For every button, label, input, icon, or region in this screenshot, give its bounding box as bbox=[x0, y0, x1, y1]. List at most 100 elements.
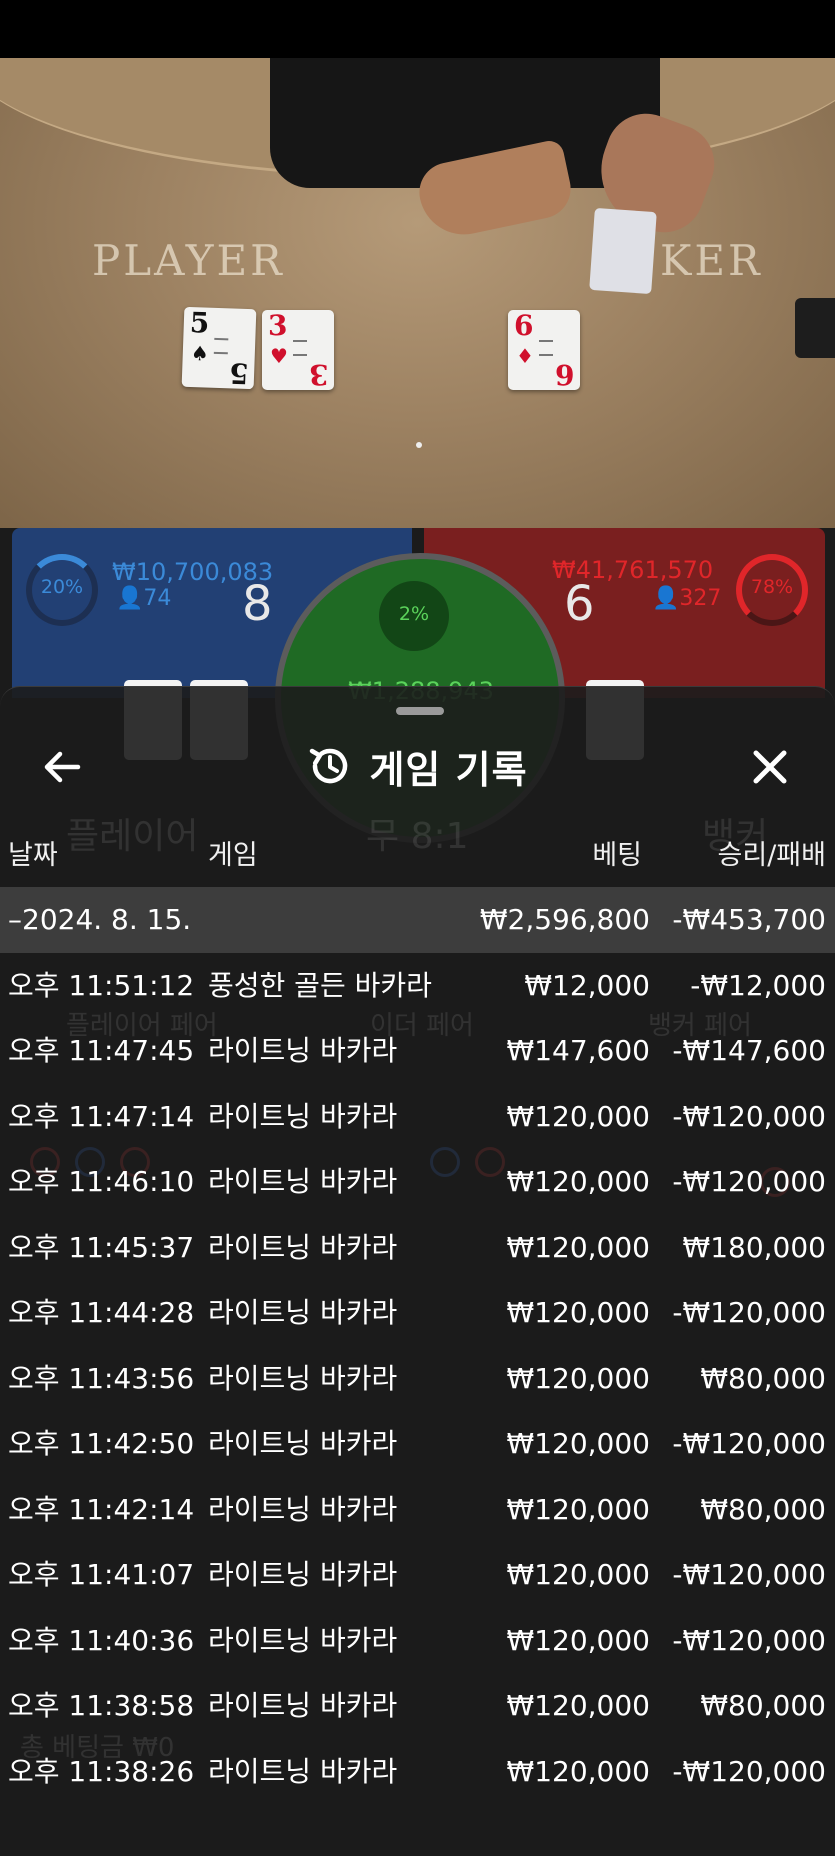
summary-bet: ₩2,596,800 bbox=[479, 903, 650, 936]
row-bet: ₩120,000 bbox=[506, 1492, 650, 1526]
column-game[interactable]: 게임 bbox=[208, 833, 258, 872]
table-row[interactable]: 오후 11:45:37 라이트닝 바카라 ₩120,000 ₩180,000 bbox=[0, 1215, 835, 1281]
row-result: ₩80,000 bbox=[700, 1689, 826, 1722]
player-score: 8 bbox=[242, 576, 273, 632]
row-game: 라이트닝 바카라 bbox=[208, 1230, 398, 1264]
row-bet: ₩147,600 bbox=[506, 1034, 650, 1067]
row-bet: ₩120,000 bbox=[506, 1754, 650, 1788]
table-row[interactable]: 오후 11:38:58 라이트닝 바카라 ₩120,000 ₩80,000 bbox=[0, 1673, 835, 1739]
row-game: 풍성한 골든 바카라 bbox=[208, 968, 432, 1002]
row-result: -₩120,000 bbox=[672, 1623, 826, 1657]
live-video: PLAYER KER 5 ♠ 5 3 ♥ 3 6 ♦ 6 bbox=[0, 58, 835, 528]
close-button[interactable] bbox=[744, 741, 796, 793]
row-time: 오후 11:45:37 bbox=[8, 1230, 195, 1264]
banker-card-1: 6 ♦ 6 bbox=[508, 310, 580, 391]
game-history-sheet: 플레이어 무 8:1 뱅커 플레이어 페어 이더 페어 뱅커 페어 총 베팅금 … bbox=[0, 686, 835, 1856]
held-card bbox=[589, 207, 657, 295]
sheet-title-text: 게임 기록 bbox=[369, 747, 528, 792]
row-time: 오후 11:42:14 bbox=[8, 1492, 195, 1526]
row-game: 라이트닝 바카라 bbox=[208, 1034, 398, 1067]
camera-dot bbox=[416, 442, 422, 448]
row-bet: ₩120,000 bbox=[506, 1230, 650, 1264]
row-game: 라이트닝 바카라 bbox=[208, 1689, 398, 1722]
row-result: -₩120,000 bbox=[672, 1427, 826, 1460]
row-time: 오후 11:38:26 bbox=[8, 1754, 195, 1788]
row-game: 라이트닝 바카라 bbox=[208, 1623, 398, 1657]
history-icon bbox=[310, 748, 348, 784]
row-result: ₩180,000 bbox=[682, 1230, 826, 1264]
row-result: -₩120,000 bbox=[672, 1165, 826, 1198]
row-time: 오후 11:40:36 bbox=[8, 1623, 195, 1657]
column-date[interactable]: 날짜 bbox=[8, 833, 58, 872]
row-time: 오후 11:46:10 bbox=[8, 1165, 195, 1198]
row-game: 라이트닝 바카라 bbox=[208, 1558, 398, 1591]
table-row[interactable]: 오후 11:38:26 라이트닝 바카라 ₩120,000 -₩120,000 bbox=[0, 1739, 835, 1805]
summary-result: -₩453,700 bbox=[672, 903, 826, 936]
row-time: 오후 11:38:58 bbox=[8, 1689, 195, 1722]
player-table-label: PLAYER bbox=[92, 236, 285, 285]
table-row[interactable]: 오후 11:44:28 라이트닝 바카라 ₩120,000 -₩120,000 bbox=[0, 1280, 835, 1346]
table-row[interactable]: 오후 11:46:10 라이트닝 바카라 ₩120,000 -₩120,000 bbox=[0, 1149, 835, 1215]
row-time: 오후 11:51:12 bbox=[8, 968, 195, 1002]
row-game: 라이트닝 바카라 bbox=[208, 1427, 398, 1460]
row-result: -₩120,000 bbox=[672, 1099, 826, 1133]
table-row[interactable]: 오후 11:51:12 풍성한 골든 바카라 ₩12,000 -₩12,000 bbox=[0, 953, 835, 1019]
player-card-2: 3 ♥ 3 bbox=[262, 310, 334, 391]
table-row[interactable]: 오후 11:40:36 라이트닝 바카라 ₩120,000 -₩120,000 bbox=[0, 1608, 835, 1674]
table-row[interactable]: 오후 11:47:14 라이트닝 바카라 ₩120,000 -₩120,000 bbox=[0, 1084, 835, 1150]
row-game: 라이트닝 바카라 bbox=[208, 1099, 398, 1133]
row-bet: ₩120,000 bbox=[506, 1623, 650, 1657]
table-row[interactable]: 오후 11:41:07 라이트닝 바카라 ₩120,000 -₩120,000 bbox=[0, 1542, 835, 1608]
row-result: -₩120,000 bbox=[672, 1558, 826, 1591]
row-bet: ₩120,000 bbox=[506, 1361, 650, 1395]
row-game: 라이트닝 바카라 bbox=[208, 1754, 398, 1788]
banker-score: 6 bbox=[564, 576, 595, 632]
row-bet: ₩120,000 bbox=[506, 1099, 650, 1133]
date-summary-row[interactable]: –2024. 8. 15. ₩2,596,800 -₩453,700 bbox=[0, 887, 835, 953]
history-table: –2024. 8. 15. ₩2,596,800 -₩453,700 오후 11… bbox=[0, 887, 835, 1804]
user-icon: 👤 bbox=[652, 586, 680, 611]
row-bet: ₩120,000 bbox=[506, 1296, 650, 1329]
user-icon: 👤 bbox=[116, 586, 144, 611]
table-row[interactable]: 오후 11:43:56 라이트닝 바카라 ₩120,000 ₩80,000 bbox=[0, 1346, 835, 1412]
tie-percent: 2% bbox=[398, 603, 430, 625]
player-count: 👤74 bbox=[116, 586, 172, 611]
player-card-1: 5 ♠ 5 bbox=[181, 306, 257, 390]
row-result: -₩120,000 bbox=[672, 1754, 826, 1788]
history-column-headers: 날짜 게임 베팅 승리/패배 bbox=[0, 833, 835, 881]
player-percent-ring: 20% bbox=[26, 554, 98, 626]
column-result[interactable]: 승리/패배 bbox=[718, 833, 826, 872]
banker-table-label: KER bbox=[660, 236, 763, 285]
banker-percent-ring: 78% bbox=[736, 554, 808, 626]
row-bet: ₩120,000 bbox=[506, 1558, 650, 1591]
row-result: -₩120,000 bbox=[672, 1296, 826, 1329]
card-shoe bbox=[795, 298, 835, 358]
row-result: -₩147,600 bbox=[672, 1034, 826, 1067]
sheet-header: 게임 기록 bbox=[0, 723, 835, 809]
row-bet: ₩120,000 bbox=[506, 1165, 650, 1198]
row-time: 오후 11:47:14 bbox=[8, 1099, 195, 1133]
table-row[interactable]: 오후 11:42:50 라이트닝 바카라 ₩120,000 -₩120,000 bbox=[0, 1411, 835, 1477]
summary-date: –2024. 8. 15. bbox=[8, 903, 192, 936]
row-bet: ₩12,000 bbox=[524, 968, 650, 1002]
table-row[interactable]: 오후 11:42:14 라이트닝 바카라 ₩120,000 ₩80,000 bbox=[0, 1477, 835, 1543]
status-bar bbox=[0, 0, 835, 58]
sheet-drag-handle[interactable] bbox=[396, 707, 444, 715]
row-time: 오후 11:43:56 bbox=[8, 1361, 195, 1395]
banker-count: 👤327 bbox=[652, 586, 722, 611]
row-game: 라이트닝 바카라 bbox=[208, 1296, 398, 1329]
close-icon bbox=[753, 750, 787, 784]
row-game: 라이트닝 바카라 bbox=[208, 1361, 398, 1395]
row-time: 오후 11:41:07 bbox=[8, 1558, 195, 1591]
row-bet: ₩120,000 bbox=[506, 1427, 650, 1460]
table-row[interactable]: 오후 11:47:45 라이트닝 바카라 ₩147,600 -₩147,600 bbox=[0, 1018, 835, 1084]
row-game: 라이트닝 바카라 bbox=[208, 1492, 398, 1526]
row-time: 오후 11:47:45 bbox=[8, 1034, 195, 1067]
row-result: ₩80,000 bbox=[700, 1361, 826, 1395]
row-time: 오후 11:42:50 bbox=[8, 1427, 195, 1460]
row-bet: ₩120,000 bbox=[506, 1689, 650, 1722]
row-game: 라이트닝 바카라 bbox=[208, 1165, 398, 1198]
row-time: 오후 11:44:28 bbox=[8, 1296, 195, 1329]
column-bet[interactable]: 베팅 bbox=[592, 833, 642, 872]
sheet-title: 게임 기록 bbox=[0, 723, 835, 809]
